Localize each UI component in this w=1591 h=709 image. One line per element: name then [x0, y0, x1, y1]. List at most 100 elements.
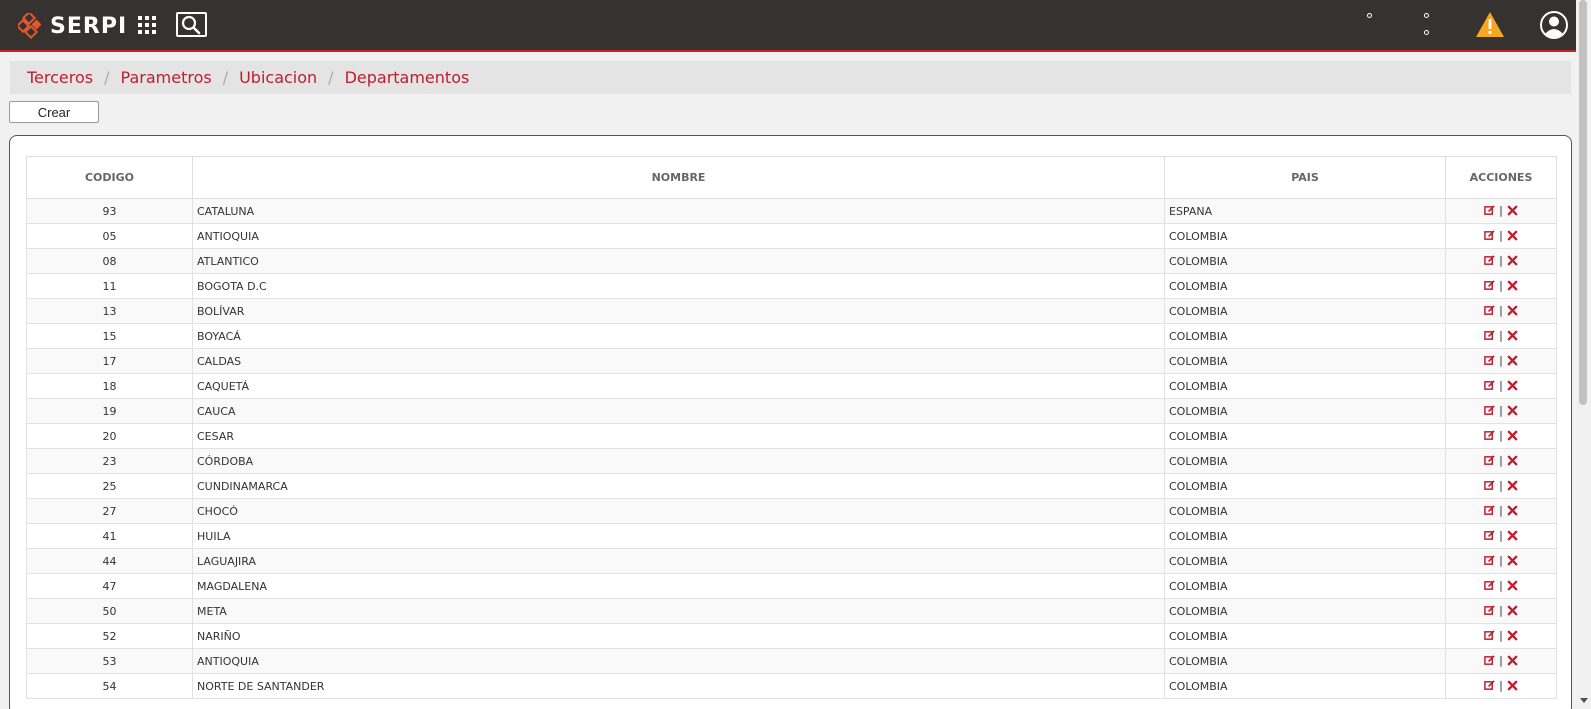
table-body: 93 CATALUNA ESPANA | 05 ANTIOQUIA COLOMBIA | 08 A…: [26, 198, 1557, 699]
edit-icon[interactable]: [1484, 504, 1495, 516]
delete-icon[interactable]: [1507, 505, 1518, 516]
cell-nombre: CAQUETÁ: [192, 373, 1165, 399]
edit-icon[interactable]: [1484, 579, 1495, 591]
edit-icon[interactable]: [1484, 629, 1495, 641]
status-dot: [1367, 13, 1372, 18]
edit-icon[interactable]: [1484, 429, 1495, 441]
action-separator: |: [1499, 503, 1503, 517]
table-row: 50 META COLOMBIA |: [26, 598, 1557, 624]
table-row: 52 NARIÑO COLOMBIA |: [26, 623, 1557, 649]
table-row: 44 LAGUAJIRA COLOMBIA |: [26, 548, 1557, 574]
delete-icon[interactable]: [1507, 380, 1518, 391]
table-row: 15 BOYACÁ COLOMBIA |: [26, 323, 1557, 349]
breadcrumb-item-departamentos[interactable]: Departamentos: [345, 68, 470, 87]
delete-icon[interactable]: [1507, 280, 1518, 291]
cell-nombre: LAGUAJIRA: [192, 548, 1165, 574]
edit-icon[interactable]: [1484, 379, 1495, 391]
breadcrumb-separator: /: [222, 68, 229, 87]
delete-icon[interactable]: [1507, 455, 1518, 466]
breadcrumb-item-parametros[interactable]: Parametros: [121, 68, 212, 87]
cell-acciones: |: [1445, 323, 1557, 349]
cell-nombre: CÓRDOBA: [192, 448, 1165, 474]
cell-acciones: |: [1445, 498, 1557, 524]
scrollbar-thumb[interactable]: [1579, 0, 1587, 405]
table-row: 18 CAQUETÁ COLOMBIA |: [26, 373, 1557, 399]
table-panel: CODIGO NOMBRE PAIS ACCIONES 93 CATALUNA ES…: [9, 135, 1572, 709]
table-row: 54 NORTE DE SANTANDER COLOMBIA |: [26, 673, 1557, 699]
delete-icon[interactable]: [1507, 430, 1518, 441]
cell-codigo: 54: [26, 673, 193, 699]
delete-icon[interactable]: [1507, 530, 1518, 541]
edit-icon[interactable]: [1484, 204, 1495, 216]
breadcrumb-item-ubicacion[interactable]: Ubicacion: [239, 68, 317, 87]
table-container: CODIGO NOMBRE PAIS ACCIONES 93 CATALUNA ES…: [26, 156, 1557, 699]
table-row: 23 CÓRDOBA COLOMBIA |: [26, 448, 1557, 474]
table-row: 93 CATALUNA ESPANA |: [26, 198, 1557, 224]
cell-acciones: |: [1445, 673, 1557, 699]
delete-icon[interactable]: [1507, 580, 1518, 591]
edit-icon[interactable]: [1484, 279, 1495, 291]
edit-icon[interactable]: [1484, 679, 1495, 691]
cell-nombre: CUNDINAMARCA: [192, 473, 1165, 499]
cell-nombre: BOLÍVAR: [192, 298, 1165, 324]
edit-icon[interactable]: [1484, 229, 1495, 241]
delete-icon[interactable]: [1507, 555, 1518, 566]
delete-icon[interactable]: [1507, 230, 1518, 241]
action-separator: |: [1499, 578, 1503, 592]
departments-table: CODIGO NOMBRE PAIS ACCIONES 93 CATALUNA ES…: [26, 156, 1557, 699]
scroll-down-arrow-icon[interactable]: [1580, 696, 1588, 704]
edit-icon[interactable]: [1484, 604, 1495, 616]
delete-icon[interactable]: [1507, 405, 1518, 416]
cell-acciones: |: [1445, 223, 1557, 249]
brand-logo[interactable]: SERPI: [18, 9, 127, 43]
cell-nombre: CATALUNA: [192, 198, 1165, 224]
edit-icon[interactable]: [1484, 554, 1495, 566]
column-header-nombre[interactable]: NOMBRE: [192, 156, 1165, 199]
cell-pais: COLOMBIA: [1164, 398, 1446, 424]
delete-icon[interactable]: [1507, 330, 1518, 341]
delete-icon[interactable]: [1507, 255, 1518, 266]
delete-icon[interactable]: [1507, 205, 1518, 216]
cell-acciones: |: [1445, 373, 1557, 399]
cell-acciones: |: [1445, 598, 1557, 624]
cell-codigo: 27: [26, 498, 193, 524]
cell-pais: COLOMBIA: [1164, 498, 1446, 524]
edit-icon[interactable]: [1484, 354, 1495, 366]
apps-grid-icon[interactable]: [137, 15, 157, 35]
column-header-codigo[interactable]: CODIGO: [26, 156, 193, 199]
delete-icon[interactable]: [1507, 305, 1518, 316]
breadcrumb: Terceros / Parametros / Ubicacion / Depa…: [10, 61, 1571, 94]
action-separator: |: [1499, 528, 1503, 542]
breadcrumb-item-terceros[interactable]: Terceros: [27, 68, 93, 87]
cell-acciones: |: [1445, 623, 1557, 649]
edit-icon[interactable]: [1484, 454, 1495, 466]
cell-nombre: META: [192, 598, 1165, 624]
edit-icon[interactable]: [1484, 404, 1495, 416]
action-separator: |: [1499, 328, 1503, 342]
delete-icon[interactable]: [1507, 355, 1518, 366]
edit-icon[interactable]: [1484, 329, 1495, 341]
cell-pais: COLOMBIA: [1164, 623, 1446, 649]
edit-icon[interactable]: [1484, 304, 1495, 316]
search-button[interactable]: [176, 12, 207, 37]
cell-codigo: 18: [26, 373, 193, 399]
breadcrumb-separator: /: [104, 68, 110, 87]
delete-icon[interactable]: [1507, 655, 1518, 666]
column-header-pais[interactable]: PAIS: [1164, 156, 1446, 199]
edit-icon[interactable]: [1484, 529, 1495, 541]
delete-icon[interactable]: [1507, 605, 1518, 616]
edit-icon[interactable]: [1484, 254, 1495, 266]
cell-codigo: 47: [26, 573, 193, 599]
delete-icon[interactable]: [1507, 480, 1518, 491]
user-circle-icon[interactable]: [1539, 10, 1569, 40]
cell-acciones: |: [1445, 398, 1557, 424]
edit-icon[interactable]: [1484, 654, 1495, 666]
action-separator: |: [1499, 678, 1503, 692]
create-button[interactable]: Crear: [9, 101, 99, 123]
serpi-diamond-logo-icon: [18, 13, 42, 39]
delete-icon[interactable]: [1507, 630, 1518, 641]
warning-triangle-icon[interactable]: [1475, 11, 1505, 38]
delete-icon[interactable]: [1507, 680, 1518, 691]
cell-codigo: 93: [26, 198, 193, 224]
edit-icon[interactable]: [1484, 479, 1495, 491]
